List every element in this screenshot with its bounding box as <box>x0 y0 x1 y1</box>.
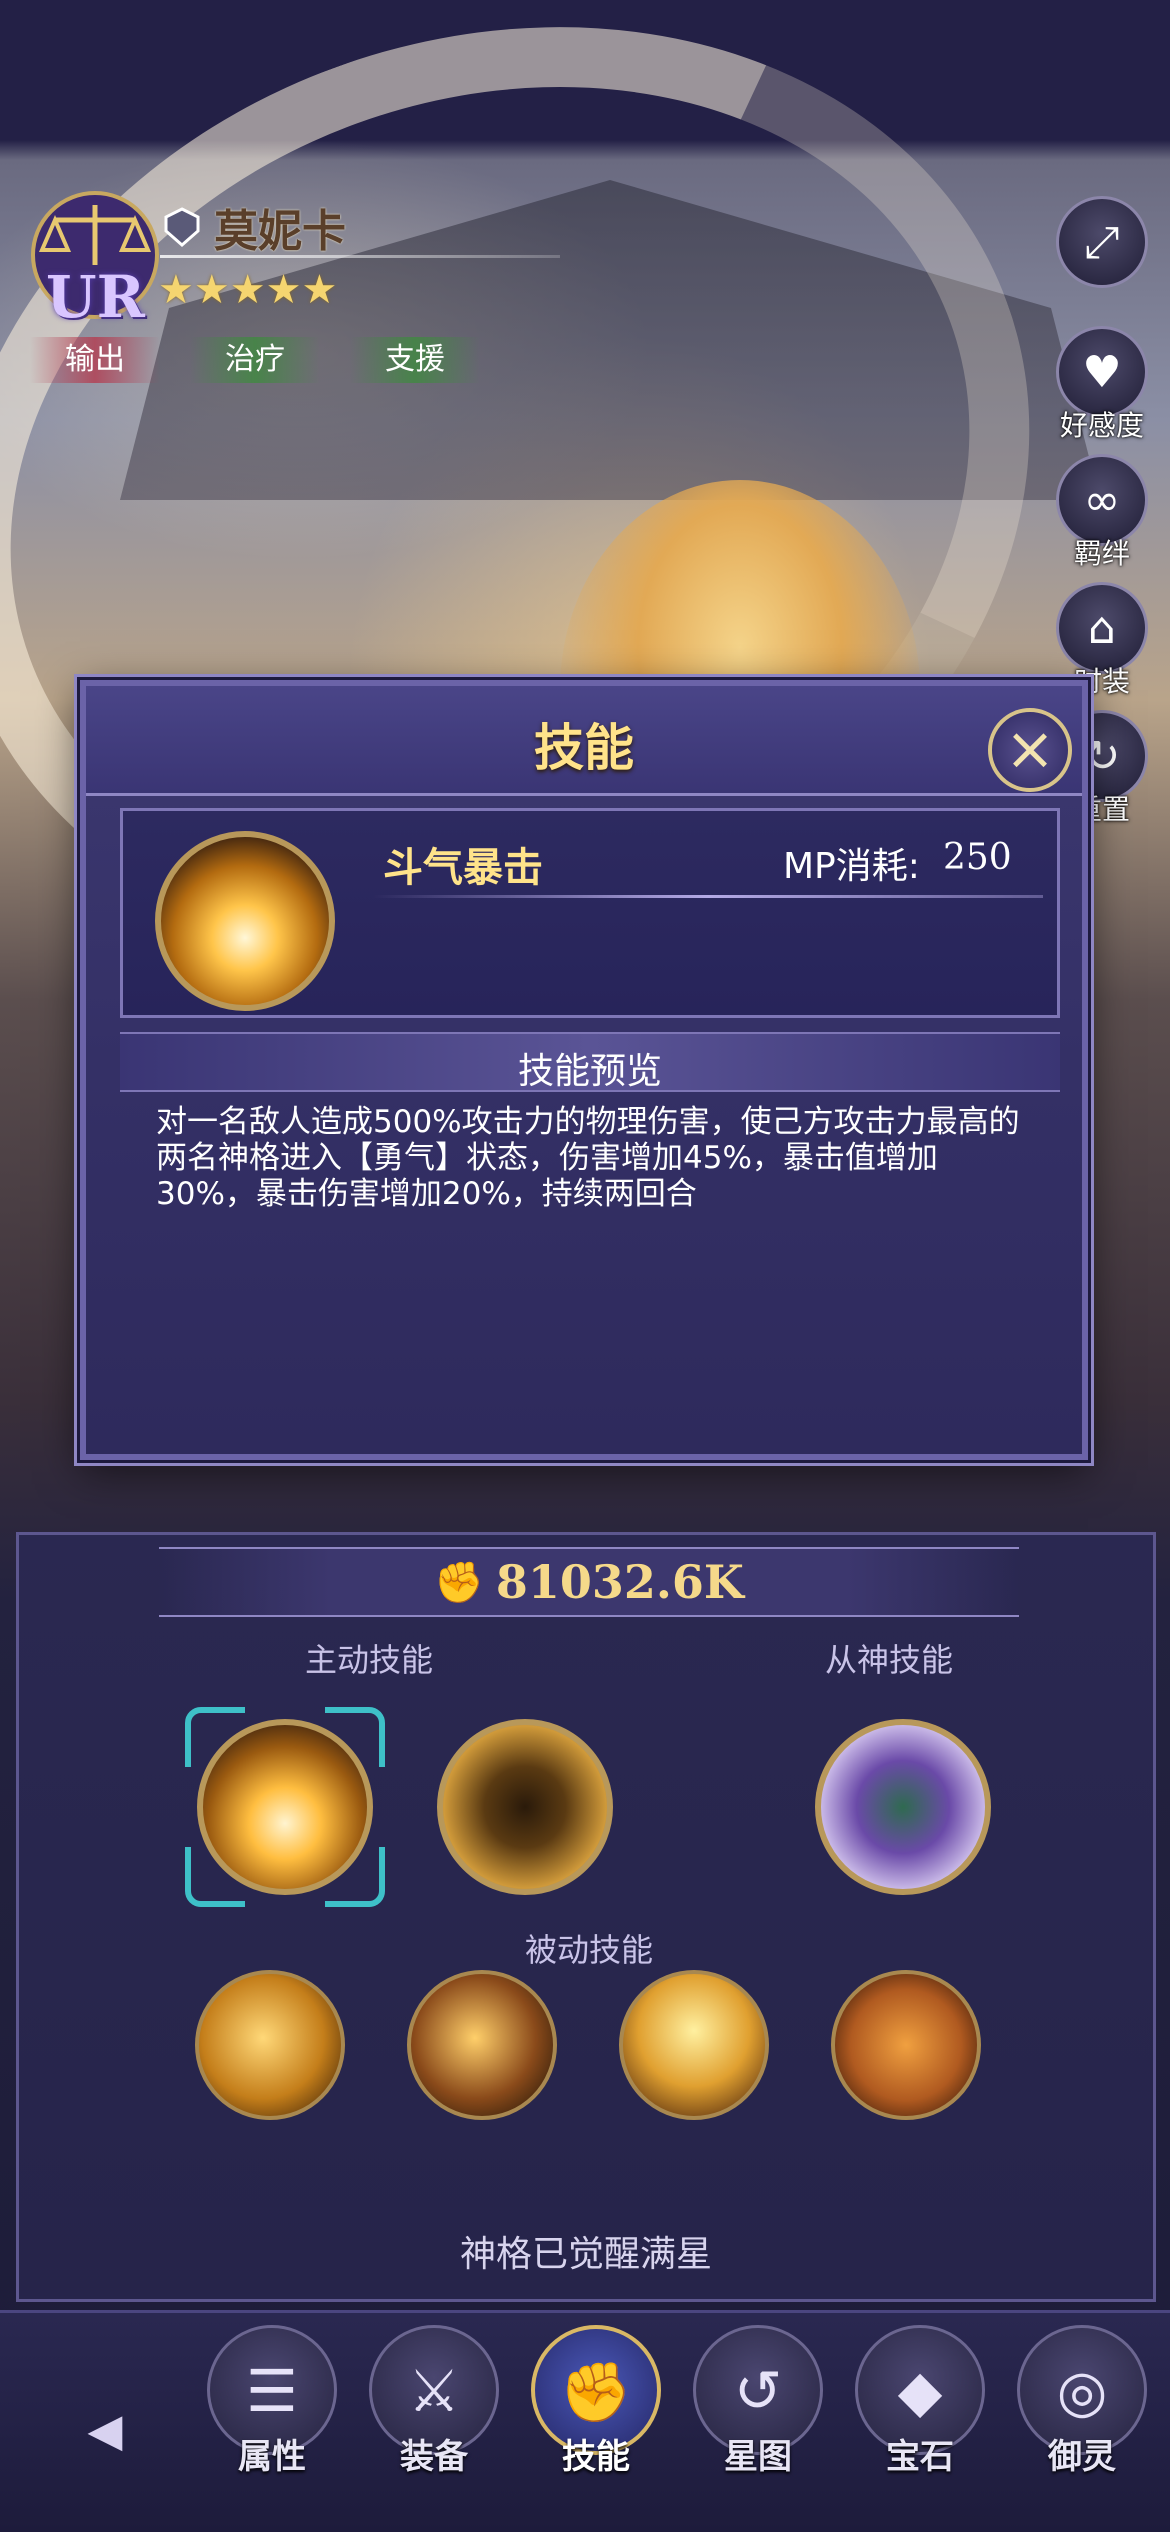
power-value: 81032.6K <box>495 1555 744 1609</box>
rarity-badge: UR <box>30 185 160 335</box>
close-button[interactable]: × <box>988 708 1072 792</box>
preview-header: 技能预览 <box>120 1032 1060 1092</box>
skill-divider <box>373 895 1043 898</box>
affinity-label: 好感度 <box>1059 409 1144 442</box>
deity-skill-heart[interactable] <box>815 1719 991 1895</box>
skills-panel: ✊ 81032.6K 主动技能 从神技能 被动技能 神格已觉醒满星 <box>16 1532 1156 2302</box>
star-rating: ★★★★★ <box>158 267 338 313</box>
name-divider <box>160 255 560 258</box>
burst-skill-icon <box>155 831 335 1011</box>
bottom-nav: ◂ ☰ 属性 ⚔ 装备 ✊ 技能 ↺ 星图 ◆ 宝石 ◎ 御灵 <box>0 2310 1170 2532</box>
passive-skill-3[interactable] <box>619 1970 769 2120</box>
close-icon: × <box>1004 714 1056 784</box>
nav-equipment-label: 装备 <box>400 2437 468 2477</box>
passive-skill-2[interactable] <box>407 1970 557 2120</box>
class-icon <box>164 207 200 247</box>
nav-gems-label: 宝石 <box>886 2437 954 2477</box>
nav-attributes[interactable]: ☰ 属性 <box>192 2313 352 2532</box>
active-skills-label: 主动技能 <box>304 1641 433 1679</box>
role-tag-support: 支援 <box>350 337 480 383</box>
active-skill-burst[interactable] <box>197 1719 373 1895</box>
mp-cost-value: 250 <box>943 837 1012 878</box>
rarity-label: UR <box>46 263 145 331</box>
deity-skill-label: 从神技能 <box>824 1641 953 1679</box>
nav-gems[interactable]: ◆ 宝石 <box>840 2313 1000 2532</box>
nav-star-map-label: 星图 <box>724 2437 792 2477</box>
modal-header: 技能 × <box>86 686 1082 796</box>
active-skill-shadow[interactable] <box>437 1719 613 1895</box>
bond-button[interactable]: ∞ 羁绊 <box>1052 454 1152 572</box>
hero-name: 莫妮卡 <box>214 206 346 257</box>
passive-skill-1[interactable] <box>195 1970 345 2120</box>
role-tag-heal: 治疗 <box>190 337 320 383</box>
nav-equipment[interactable]: ⚔ 装备 <box>354 2313 514 2532</box>
hero-info: UR 莫妮卡 ★★★★★ 输出 治疗 支援 <box>20 175 580 395</box>
power-bar: ✊ 81032.6K <box>159 1547 1019 1617</box>
modal-title: 技能 <box>534 719 634 777</box>
back-arrow-icon: ◂ <box>87 2387 123 2469</box>
passive-skill-4[interactable] <box>831 1970 981 2120</box>
skill-description: 对一名敌人造成500%攻击力的物理伤害，使己方攻击力最高的两名神格进入【勇气】状… <box>156 1104 1020 1212</box>
expand-icon: ⤢ <box>1056 196 1148 288</box>
preview-title: 技能预览 <box>517 1051 662 1092</box>
nav-skills[interactable]: ✊ 技能 <box>516 2313 676 2532</box>
affinity-button[interactable]: ♥ 好感度 <box>1052 326 1152 444</box>
skill-name: 斗气暴击 <box>383 845 543 891</box>
bond-label: 羁绊 <box>1073 537 1130 570</box>
awaken-status: 神格已觉醒满星 <box>459 2234 712 2275</box>
expand-button[interactable]: ⤢ <box>1052 196 1152 288</box>
role-tag-output: 输出 <box>30 337 160 383</box>
nav-attributes-label: 属性 <box>238 2437 306 2477</box>
skill-modal: 技能 × 斗气暴击 MP消耗: 250 技能预览 对一名敌人造成500%攻击力的… <box>80 680 1088 1460</box>
nav-spirit-label: 御灵 <box>1048 2437 1116 2477</box>
passive-skills-label: 被动技能 <box>524 1931 653 1969</box>
fist-icon: ✊ <box>434 1559 484 1606</box>
mp-cost-label: MP消耗: <box>783 846 920 887</box>
hero-name-row: 莫妮卡 <box>160 195 346 259</box>
back-button[interactable]: ◂ <box>40 2373 170 2483</box>
nav-star-map[interactable]: ↺ 星图 <box>678 2313 838 2532</box>
nav-spirit[interactable]: ◎ 御灵 <box>1002 2313 1162 2532</box>
skill-detail-card: 斗气暴击 MP消耗: 250 <box>120 808 1060 1018</box>
nav-skills-label: 技能 <box>562 2437 630 2477</box>
